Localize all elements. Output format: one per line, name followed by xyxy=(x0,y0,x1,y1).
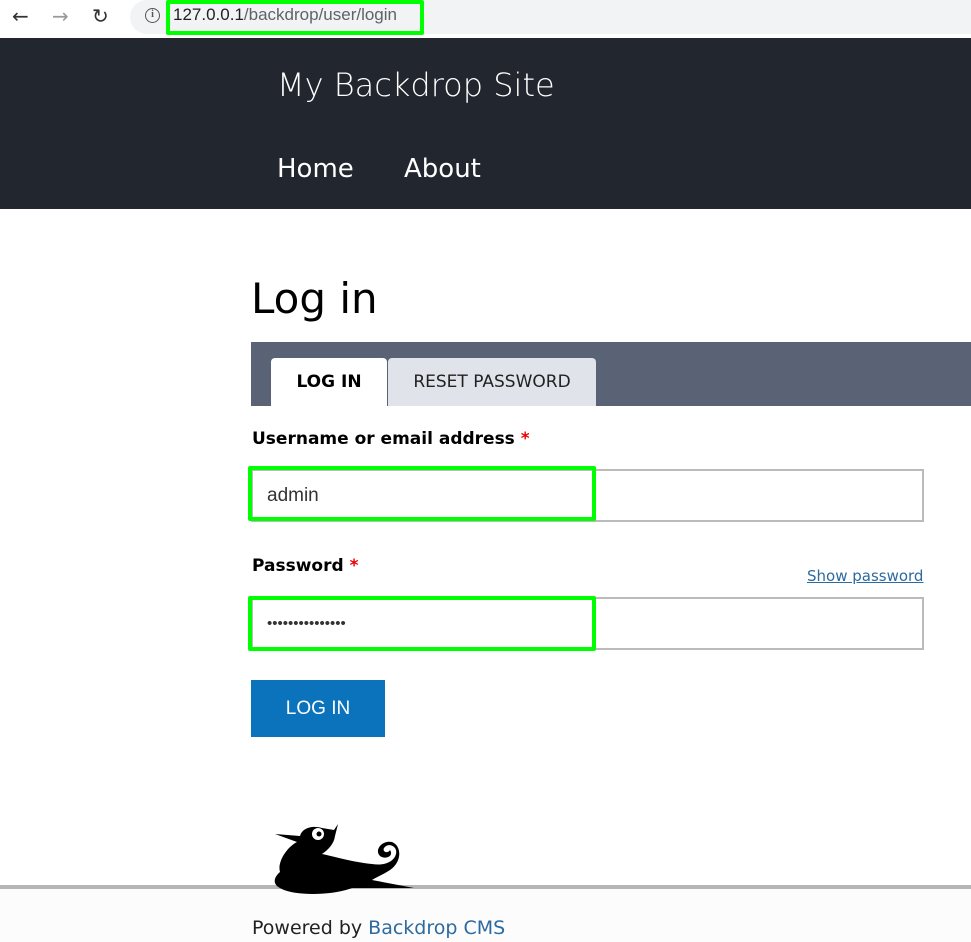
arrow-right-icon[interactable]: → xyxy=(52,4,69,28)
tab-bar: LOG IN RESET PASSWORD xyxy=(251,342,971,406)
url-path: /backdrop/user/login xyxy=(243,5,397,24)
browser-toolbar: ← → ↻ i 127.0.0.1/backdrop/user/login xyxy=(0,0,971,38)
password-label: Password * xyxy=(252,556,358,576)
reload-icon[interactable]: ↻ xyxy=(92,4,109,28)
url-host: 127.0.0.1 xyxy=(173,5,244,24)
arrow-left-icon[interactable]: ← xyxy=(12,4,29,28)
tab-reset-password[interactable]: RESET PASSWORD xyxy=(388,358,596,406)
tab-log-in[interactable]: LOG IN xyxy=(271,358,387,406)
password-input[interactable]: ••••••••••••••• xyxy=(251,597,924,650)
backdrop-cms-link[interactable]: Backdrop CMS xyxy=(368,917,505,939)
backdrop-mascot-logo xyxy=(274,824,414,894)
site-name[interactable]: My Backdrop Site xyxy=(277,66,555,104)
menu-item-about[interactable]: About xyxy=(404,154,481,184)
powered-by-text: Powered by xyxy=(252,917,369,939)
password-label-text: Password xyxy=(252,556,344,576)
url-text[interactable]: 127.0.0.1/backdrop/user/login xyxy=(173,5,397,25)
show-password-link[interactable]: Show password xyxy=(807,567,923,585)
site-header: My Backdrop Site Home About xyxy=(0,38,971,209)
username-label: Username or email address * xyxy=(252,429,530,449)
username-label-text: Username or email address xyxy=(252,429,515,449)
info-icon[interactable]: i xyxy=(145,8,160,23)
required-mark: * xyxy=(520,429,530,449)
username-input[interactable]: admin xyxy=(251,469,924,522)
menu-item-home[interactable]: Home xyxy=(277,154,354,184)
page-title: Log in xyxy=(251,274,378,323)
required-mark: * xyxy=(349,556,359,576)
log-in-button[interactable]: LOG IN xyxy=(251,680,385,737)
powered-by: Powered by Backdrop CMS xyxy=(252,917,505,939)
